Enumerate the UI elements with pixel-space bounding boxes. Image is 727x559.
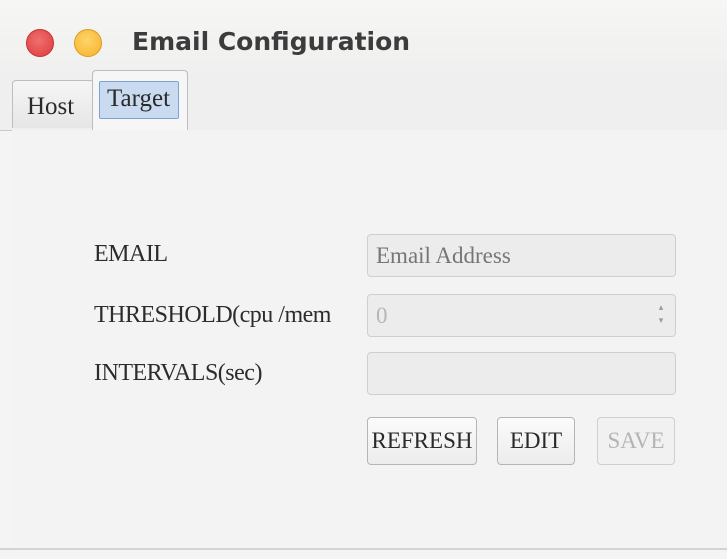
email-label: EMAIL [94, 241, 168, 267]
bottom-divider [0, 548, 727, 550]
tab-target-label: Target [107, 85, 171, 112]
target-panel [12, 130, 727, 550]
window-titlebar: Email Configuration [0, 0, 727, 78]
spinner-arrows-icon[interactable]: ▴ ▾ [655, 301, 667, 331]
window-title: Email Configuration [132, 27, 411, 56]
tab-target[interactable]: Target [92, 70, 188, 130]
threshold-label: THRESHOLD(cpu /mem [94, 302, 331, 328]
tab-bar: Host Target [0, 70, 727, 131]
save-button[interactable]: SAVE [597, 417, 675, 465]
threshold-spinner[interactable]: 0 ▴ ▾ [367, 294, 676, 337]
close-icon[interactable] [26, 29, 54, 57]
minimize-icon[interactable] [74, 29, 102, 57]
tab-host[interactable]: Host [12, 80, 94, 128]
tab-host-label: Host [27, 93, 75, 120]
intervals-label: INTERVALS(sec) [94, 360, 262, 386]
refresh-button[interactable]: REFRESH [367, 417, 477, 465]
email-input[interactable] [376, 235, 675, 277]
threshold-value: 0 [376, 303, 388, 328]
tab-target-focus: Target [99, 81, 179, 119]
edit-button[interactable]: EDIT [497, 417, 575, 465]
email-field[interactable] [367, 234, 676, 277]
intervals-field[interactable] [367, 352, 676, 395]
